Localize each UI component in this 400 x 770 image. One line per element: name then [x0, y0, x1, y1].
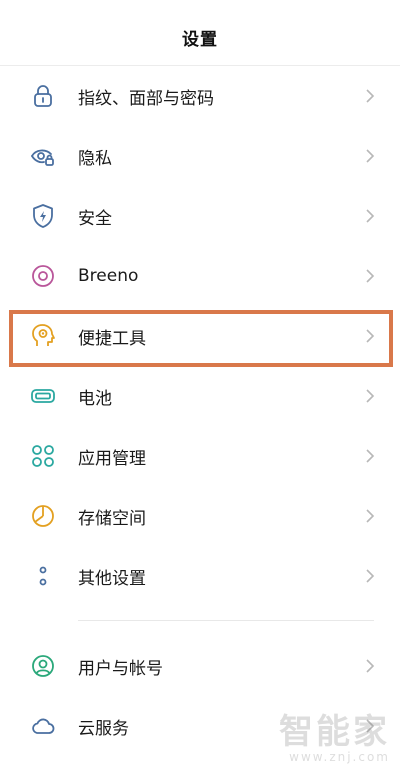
chevron-right-icon	[364, 658, 376, 674]
settings-item-label: 存储空间	[78, 508, 146, 529]
settings-item-convenience-tools[interactable]: 便捷工具	[0, 306, 400, 366]
settings-item-label: 其他设置	[78, 568, 146, 589]
storage-pie-icon	[30, 503, 56, 529]
battery-icon	[30, 383, 56, 409]
settings-item-label: 应用管理	[78, 448, 146, 469]
chevron-right-icon	[364, 328, 376, 344]
page-title: 设置	[182, 30, 218, 50]
chevron-right-icon	[364, 508, 376, 524]
privacy-eye-icon	[30, 143, 56, 169]
assistant-head-icon	[30, 323, 56, 349]
apps-grid-icon	[30, 443, 56, 469]
settings-item-label: 隐私	[78, 148, 112, 169]
settings-item-security[interactable]: 安全	[0, 186, 400, 246]
shield-icon	[30, 203, 56, 229]
watermark: 智能家 www.znj.com	[279, 714, 390, 764]
settings-list: 指纹、面部与密码 隐私 安全 Breeno 便捷工具 电池 应用管理 存储空间 …	[0, 66, 400, 756]
settings-item-other-settings[interactable]: 其他设置	[0, 546, 400, 606]
user-account-icon	[30, 653, 56, 679]
chevron-right-icon	[364, 448, 376, 464]
watermark-url: www.znj.com	[289, 750, 390, 764]
settings-item-privacy[interactable]: 隐私	[0, 126, 400, 186]
chevron-right-icon	[364, 208, 376, 224]
chevron-right-icon	[364, 88, 376, 104]
chevron-right-icon	[364, 388, 376, 404]
top-bar: 设置	[0, 0, 400, 66]
settings-item-fingerprint-face-password[interactable]: 指纹、面部与密码	[0, 66, 400, 126]
cloud-icon	[30, 713, 56, 739]
settings-item-storage[interactable]: 存储空间	[0, 486, 400, 546]
lock-icon	[30, 83, 56, 109]
chevron-right-icon	[364, 568, 376, 584]
settings-item-label: Breeno	[78, 266, 139, 286]
more-dots-icon	[30, 563, 56, 589]
watermark-title: 智能家	[279, 712, 390, 752]
settings-item-app-management[interactable]: 应用管理	[0, 426, 400, 486]
settings-item-breeno[interactable]: Breeno	[0, 246, 400, 306]
settings-item-label: 安全	[78, 208, 112, 229]
chevron-right-icon	[364, 148, 376, 164]
breeno-icon	[30, 263, 56, 289]
settings-item-label: 便捷工具	[78, 328, 146, 349]
settings-item-label: 指纹、面部与密码	[78, 88, 214, 109]
chevron-right-icon	[364, 268, 376, 284]
settings-item-label: 用户与帐号	[78, 658, 163, 679]
settings-item-label: 电池	[78, 388, 112, 409]
section-divider	[78, 620, 374, 621]
settings-item-users-accounts[interactable]: 用户与帐号	[0, 636, 400, 696]
settings-item-battery[interactable]: 电池	[0, 366, 400, 426]
